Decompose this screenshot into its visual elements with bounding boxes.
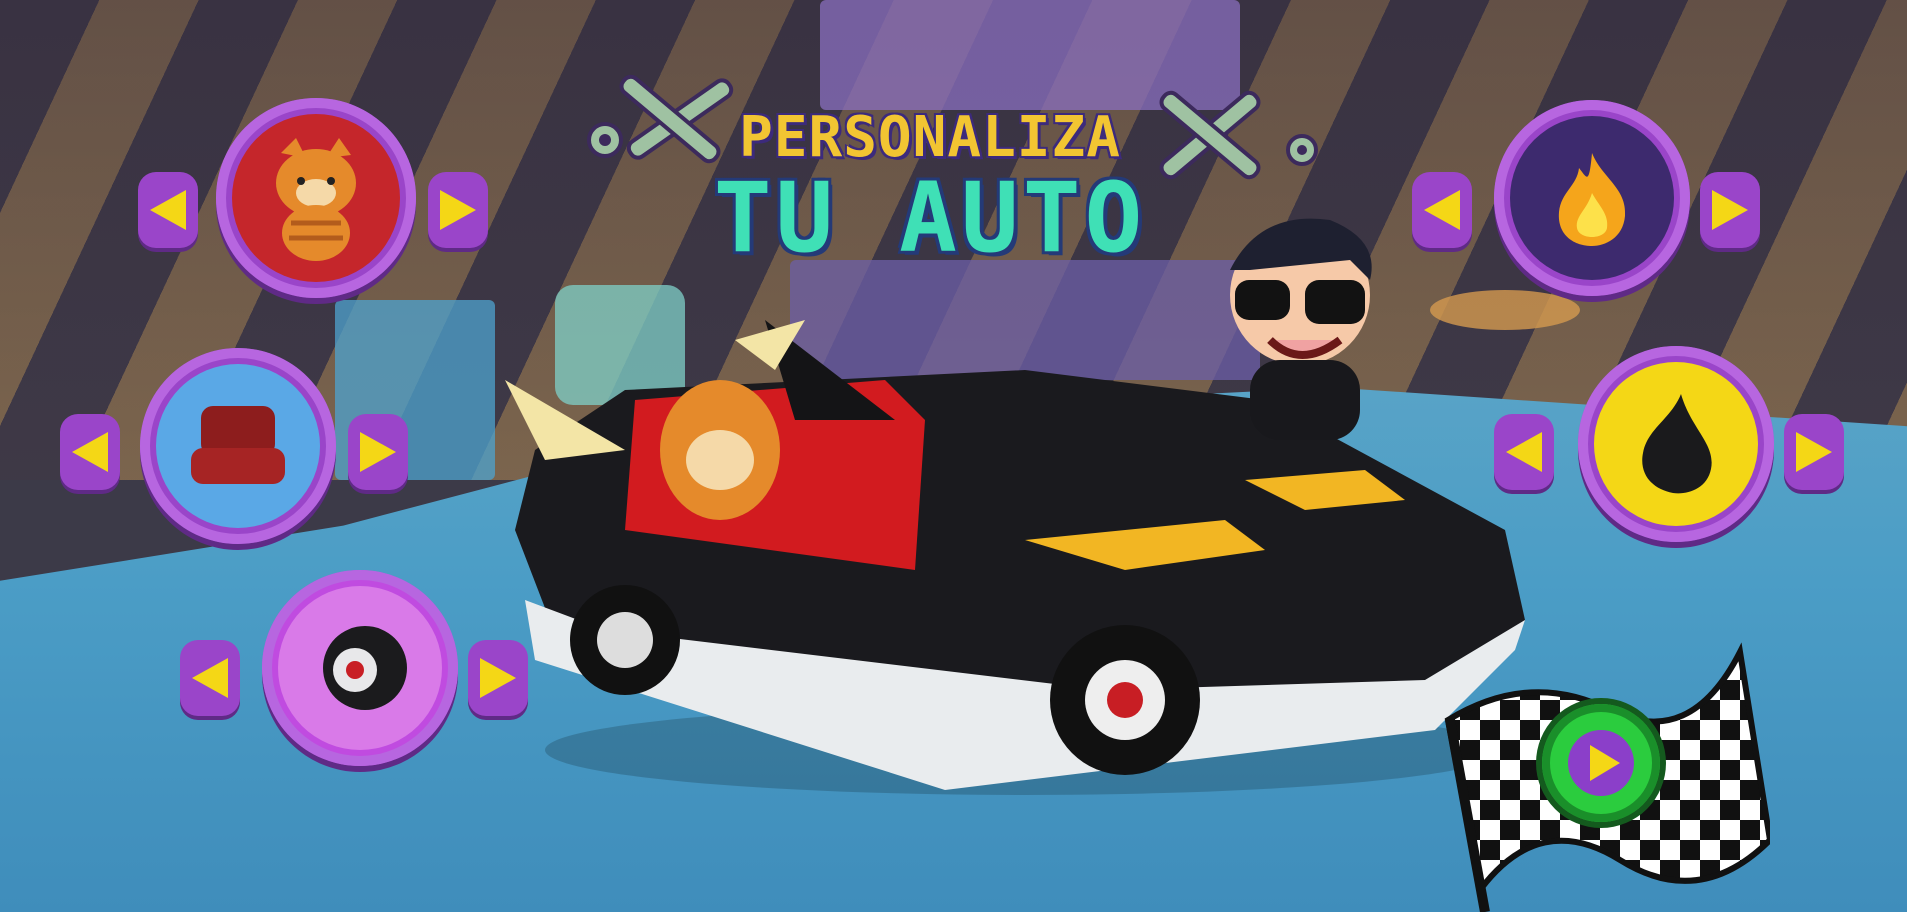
arrow-right-icon [1796,432,1832,472]
passenger-prev-button[interactable] [138,172,198,248]
arrow-right-icon [440,190,476,230]
flame-icon [1558,153,1626,246]
arrow-left-icon [1506,432,1542,472]
arrow-left-icon [72,432,108,472]
car-seat-icon [191,406,285,484]
paint-ring [1578,346,1774,542]
passenger-next-button[interactable] [428,172,488,248]
arrow-left-icon [192,658,228,698]
seat-next-button[interactable] [348,414,408,490]
decal-next-button[interactable] [1700,172,1760,248]
decal-ring [1494,100,1690,296]
seat-ring [140,348,336,544]
arrow-left-icon [150,190,186,230]
seat-prev-button[interactable] [60,414,120,490]
paint-drop-icon [1642,394,1712,494]
wrench-icon [1159,90,1261,180]
wheels-ring [262,570,458,766]
arrow-right-icon [360,432,396,472]
title-line2: TU AUTO [713,162,1147,274]
arrow-right-icon [480,658,516,698]
gear-icon [587,122,623,158]
arrow-left-icon [1424,190,1460,230]
play-icon [1590,745,1620,781]
tiger-plush-icon [276,138,356,261]
play-button[interactable] [1542,704,1660,822]
wheels-prev-button[interactable] [180,640,240,716]
decal-prev-button[interactable] [1412,172,1472,248]
gear-icon [1286,134,1318,166]
wheel-icon [323,626,407,710]
paint-next-button[interactable] [1784,414,1844,490]
arrow-right-icon [1712,190,1748,230]
driver-character [1230,218,1372,440]
title-line1: PERSONALIZA [739,105,1121,170]
paint-prev-button[interactable] [1494,414,1554,490]
passenger-ring [216,98,416,298]
wheels-next-button[interactable] [468,640,528,716]
title-logo: PERSONALIZA TU AUTO [690,105,1170,274]
